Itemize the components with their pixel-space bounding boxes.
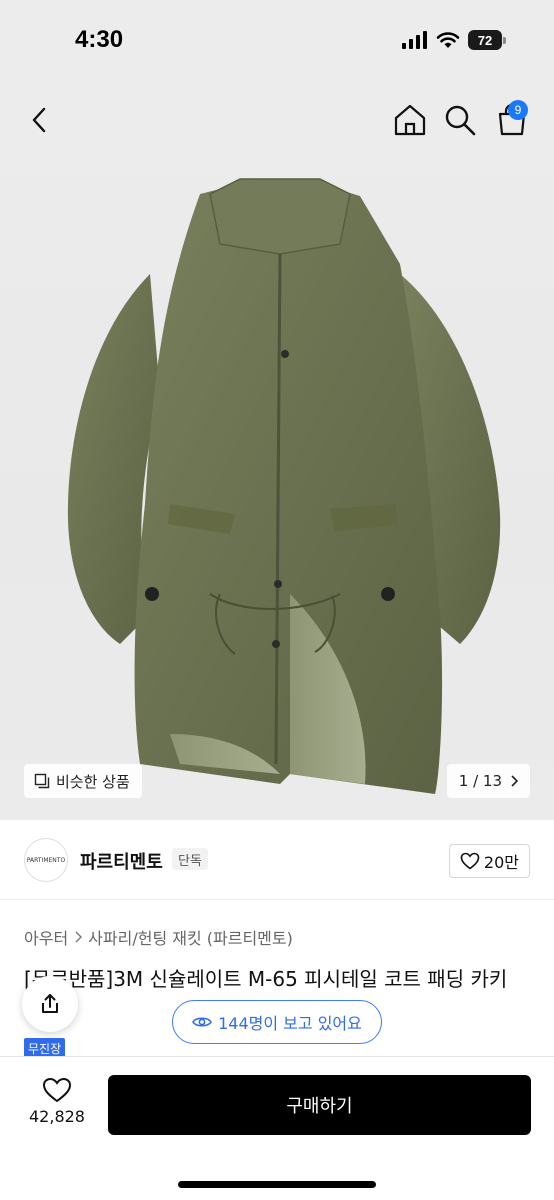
cellular-signal-icon <box>402 31 427 49</box>
eye-icon <box>192 1017 213 1027</box>
share-icon <box>42 994 58 1013</box>
wishlist-button[interactable]: 42,828 <box>24 1077 90 1126</box>
product-title: [무료반품]3M 신슐레이트 M-65 피시테일 코트 패딩 카키 <box>24 967 508 991</box>
chevron-right-icon <box>511 775 518 787</box>
search-icon[interactable] <box>442 102 478 138</box>
brand-like-count: 20만 <box>483 853 519 872</box>
battery-level: 72 <box>468 30 502 50</box>
brand-row: PARTIMENTO 파르티멘토 단독 20만 <box>0 820 554 900</box>
brand-name[interactable]: 파르티멘토 <box>80 848 163 874</box>
back-chevron-icon[interactable] <box>22 102 58 138</box>
bottom-action-bar: 42,828 구매하기 <box>0 1056 554 1200</box>
breadcrumb-item[interactable]: 사파리/헌팅 재킷 (파르티멘토) <box>88 925 293 949</box>
brand-like-button[interactable]: 20만 <box>448 844 530 878</box>
heart-icon <box>460 852 480 870</box>
promo-badge: 무진장 <box>24 1038 66 1058</box>
similar-products-icon <box>34 773 50 789</box>
breadcrumb: 아우터 사파리/헌팅 재킷 (파르티멘토) <box>24 925 293 949</box>
brand-logo-text: PARTIMENTO <box>26 856 66 864</box>
image-page-indicator[interactable]: 1 / 13 <box>446 764 530 798</box>
breadcrumb-item[interactable]: 아우터 <box>24 925 68 949</box>
page-indicator-text: 1 / 13 <box>458 772 502 790</box>
brand-logo[interactable]: PARTIMENTO <box>24 838 68 882</box>
chevron-right-icon <box>75 931 83 943</box>
live-viewers-text: 144명이 보고 있어요 <box>218 1014 362 1033</box>
similar-products-label: 비슷한 상품 <box>56 772 130 791</box>
similar-products-button[interactable]: 비슷한 상품 <box>24 764 142 798</box>
home-icon[interactable] <box>392 102 428 138</box>
battery-icon: 72 <box>468 30 506 50</box>
status-icons: 72 <box>402 30 506 50</box>
home-indicator <box>178 1181 376 1188</box>
buy-button[interactable]: 구매하기 <box>108 1075 531 1135</box>
heart-icon <box>42 1077 72 1103</box>
status-time: 4:30 <box>75 26 124 53</box>
live-viewers-pill: 144명이 보고 있어요 <box>172 1000 382 1044</box>
brand-exclusive-tag: 단독 <box>172 848 208 870</box>
wifi-icon <box>436 32 460 48</box>
status-bar: 4:30 72 <box>0 0 554 84</box>
share-button[interactable] <box>22 976 78 1032</box>
wishlist-count: 42,828 <box>29 1107 85 1126</box>
product-image <box>67 178 501 794</box>
cart-count-badge: 9 <box>508 100 528 120</box>
product-image-area[interactable]: 9 비슷한 상품 1 / 13 <box>0 84 554 820</box>
